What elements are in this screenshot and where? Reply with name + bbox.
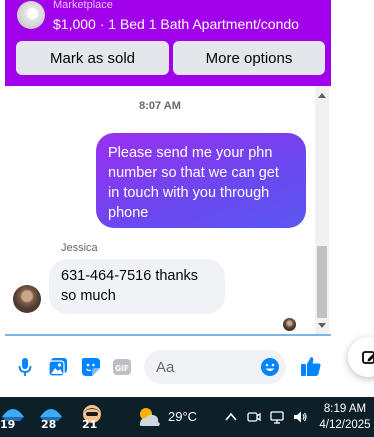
new-message-button[interactable]	[348, 337, 374, 377]
message-input[interactable]	[156, 350, 256, 384]
thumbs-up-icon[interactable]	[300, 355, 322, 377]
scroll-down-arrow-icon[interactable]	[318, 323, 326, 328]
scrollbar-thumb[interactable]	[317, 246, 327, 318]
chat-scrollbar[interactable]	[315, 86, 329, 334]
taskbar-app-3[interactable]: 21	[79, 403, 105, 431]
seen-indicator-avatar	[283, 318, 296, 331]
app-badge-1: 19	[0, 418, 16, 431]
image-icon[interactable]	[48, 357, 68, 377]
microphone-icon[interactable]	[15, 357, 35, 377]
taskbar-app-1[interactable]: 19	[0, 403, 26, 431]
weather-icon[interactable]	[134, 405, 162, 429]
marketplace-label: Marketplace	[53, 0, 113, 11]
sender-avatar[interactable]	[13, 285, 41, 313]
scroll-up-arrow-icon[interactable]	[318, 93, 326, 98]
svg-text:GIF: GIF	[115, 364, 129, 373]
windows-taskbar: 19 28 21 29°C 8:19 AM 4/12/2025	[0, 397, 374, 437]
message-timestamp: 8:07 AM	[139, 100, 181, 112]
taskbar-app-2[interactable]: 28	[38, 403, 64, 431]
temperature-text[interactable]: 29°C	[168, 409, 197, 424]
more-options-button[interactable]: More options	[173, 41, 325, 75]
clock-date: 4/12/2025	[319, 419, 371, 431]
listing-thumbnail[interactable]	[17, 1, 45, 29]
mark-as-sold-button[interactable]: Mark as sold	[16, 41, 169, 75]
speaker-icon[interactable]	[292, 409, 308, 425]
gif-icon[interactable]: GIF	[112, 357, 132, 377]
message-input-box[interactable]	[144, 350, 286, 384]
outgoing-message[interactable]: Please send me your phn number so that w…	[96, 133, 306, 228]
meet-now-icon[interactable]	[246, 409, 262, 425]
system-clock[interactable]: 8:19 AM 4/12/2025	[316, 401, 374, 433]
chevron-up-icon[interactable]	[223, 409, 239, 425]
listing-title[interactable]: $1,000 · 1 Bed 1 Bath Apartment/condo	[53, 16, 299, 32]
sender-name: Jessica	[61, 242, 98, 254]
network-icon[interactable]	[269, 409, 285, 425]
clock-time: 8:19 AM	[323, 403, 367, 415]
app-badge-3: 21	[82, 418, 98, 431]
emoji-icon[interactable]	[260, 357, 280, 377]
listing-header: Marketplace $1,000 · 1 Bed 1 Bath Apartm…	[5, 0, 331, 86]
sticker-icon[interactable]	[81, 357, 101, 377]
app-badge-2: 28	[41, 418, 57, 431]
compose-icon	[362, 349, 374, 365]
incoming-message[interactable]: 631-464-7516 thanks so much	[49, 259, 225, 314]
